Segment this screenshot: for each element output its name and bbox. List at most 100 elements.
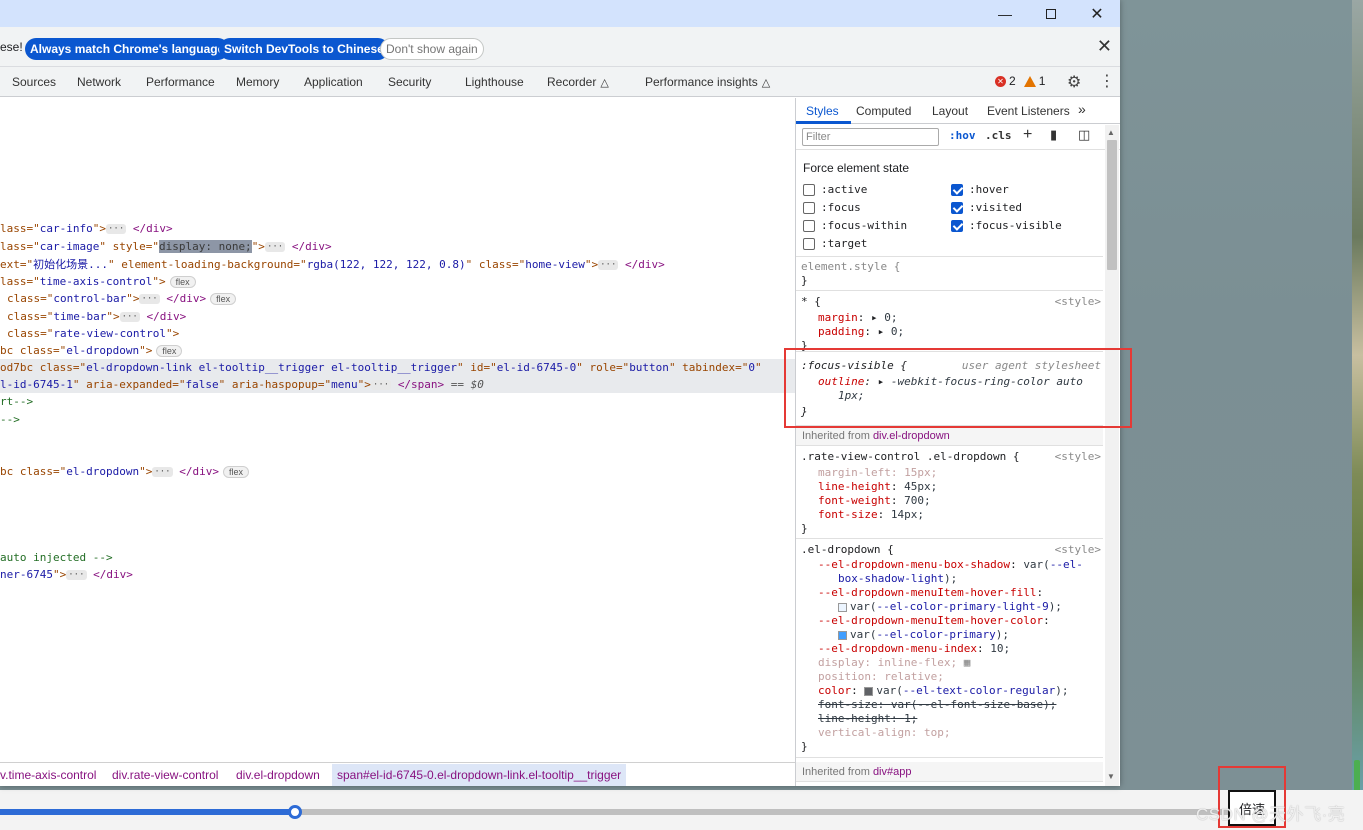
state-checkbox-focus-visible[interactable]: :focus-visible <box>951 219 1062 232</box>
minimize-icon[interactable]: — <box>982 0 1028 27</box>
ellipsis-icon: ··· <box>105 224 127 234</box>
styles-filter-input[interactable]: Filter <box>802 128 939 146</box>
hov-toggle[interactable]: :hov <box>949 129 976 142</box>
ellipsis-icon: ··· <box>264 242 286 252</box>
error-icon: ✕ <box>995 75 1006 87</box>
state-checkbox-active[interactable]: :active <box>803 183 867 196</box>
ellipsis-icon: ··· <box>598 260 619 270</box>
tab-performance-insights[interactable]: Performance insights △ <box>645 75 770 89</box>
warning-icon <box>1023 75 1036 87</box>
inherited-link[interactable]: div.el-dropdown <box>873 430 950 442</box>
breadcrumb-item[interactable]: div.el-dropdown <box>236 768 320 782</box>
maximize-icon[interactable] <box>1028 0 1074 27</box>
scroll-down-icon[interactable]: ▼ <box>1107 772 1115 781</box>
styles-tabbar: Styles Computed Layout Event Listeners » <box>796 98 1120 124</box>
paint-icon[interactable]: ▮ <box>1050 127 1057 143</box>
annotation-box-focus-visible <box>784 348 1132 428</box>
dom-node[interactable]: bc class="el-dropdown"> ··· </div> flex <box>0 463 249 480</box>
dom-node[interactable]: bc class="el-dropdown"> flex <box>0 342 183 359</box>
rule-el-dropdown: .el-dropdown { <style> --el-dropdown-men… <box>796 540 1103 758</box>
dom-comment[interactable]: auto injected --> <box>0 549 113 566</box>
breadcrumb-item[interactable]: v.time-axis-control <box>0 768 96 782</box>
dont-show-again-button[interactable]: Don't show again <box>380 38 484 60</box>
settings-gear-icon[interactable]: ⚙ <box>1067 72 1081 92</box>
rule-element-style: element.style { } <box>796 256 1103 291</box>
close-infobar-icon[interactable]: ✕ <box>1097 36 1112 57</box>
flex-editor-icon: ▦ <box>963 656 971 669</box>
ellipsis-icon: ··· <box>152 467 173 477</box>
dom-node[interactable]: ext="初始化场景..." element-loading-backgroun… <box>0 256 665 273</box>
force-state-title: Force element state <box>803 161 910 175</box>
dom-node[interactable]: lass="time-axis-control"> flex <box>0 273 196 290</box>
flex-badge: flex <box>210 293 237 305</box>
styles-pane: Styles Computed Layout Event Listeners »… <box>795 98 1120 786</box>
tab-performance[interactable]: Performance <box>146 75 215 89</box>
dom-node-selected[interactable]: l-id-6745-1" aria-expanded="false" aria-… <box>0 376 795 393</box>
new-rule-icon[interactable]: + <box>1023 126 1032 144</box>
tab-network[interactable]: Network <box>77 75 121 89</box>
state-checkbox-hover[interactable]: :hover <box>951 183 1009 196</box>
rule-rate-view-dropdown: .rate-view-control .el-dropdown { <style… <box>796 447 1103 539</box>
rule-universal: * { <style> margin: ▸ 0; padding: ▸ 0; } <box>796 292 1103 352</box>
color-swatch <box>864 686 874 696</box>
tab-memory[interactable]: Memory <box>236 75 279 89</box>
breadcrumb: v.time-axis-control div.rate-view-contro… <box>0 762 795 786</box>
close-window-icon[interactable]: ✕ <box>1074 0 1120 27</box>
tab-layout[interactable]: Layout <box>932 104 968 118</box>
inherited-header: Inherited from div.el-dropdown <box>796 426 1103 446</box>
dom-node[interactable]: lass="car-info"> ··· </div> <box>0 220 173 237</box>
flex-badge: flex <box>169 276 196 288</box>
ellipsis-icon: ··· <box>119 312 140 322</box>
dom-node[interactable]: ner-6745"> ··· </div> <box>0 566 133 583</box>
infobar-message: ese! <box>0 40 23 54</box>
dom-node[interactable]: class="control-bar"> ··· </div> flex <box>7 290 237 307</box>
time-progress-fill <box>0 809 295 815</box>
dom-node-selected[interactable]: od7bc class="el-dropdown-link el-tooltip… <box>0 359 795 376</box>
elements-tree: lass="car-info"> ··· </div> lass="car-ima… <box>0 98 795 762</box>
experiment-flask-icon: △ <box>600 77 609 89</box>
title-bar: — ✕ <box>0 0 1120 27</box>
state-checkbox-focus[interactable]: :focus <box>803 201 861 214</box>
tab-lighthouse[interactable]: Lighthouse <box>465 75 524 89</box>
breadcrumb-item-current[interactable]: span#el-id-6745-0.el-dropdown-link.el-to… <box>332 764 627 786</box>
experiment-flask-icon: △ <box>761 77 771 89</box>
styles-scrollbar-thumb[interactable] <box>1107 140 1117 270</box>
tab-sources[interactable]: Sources <box>12 75 56 89</box>
dom-comment[interactable]: rt--> <box>0 393 33 410</box>
tab-application[interactable]: Application <box>304 75 363 89</box>
tab-computed[interactable]: Computed <box>856 104 911 118</box>
cls-toggle[interactable]: .cls <box>985 129 1012 142</box>
flex-badge: flex <box>156 345 183 357</box>
styles-toolbar: Filter :hov .cls + ▮ ◫ <box>796 124 1120 150</box>
dom-comment[interactable]: --> <box>0 411 20 428</box>
ellipsis-icon: ··· <box>139 294 160 304</box>
color-swatch <box>838 602 847 612</box>
tab-recorder[interactable]: Recorder △ <box>547 75 609 89</box>
tab-event-listeners[interactable]: Event Listeners <box>987 104 1070 118</box>
switch-chinese-button[interactable]: Switch DevTools to Chinese <box>219 38 389 60</box>
tab-styles[interactable]: Styles <box>806 104 839 118</box>
scroll-up-icon[interactable]: ▲ <box>1107 128 1115 137</box>
inherited-link[interactable]: div#app <box>873 766 912 778</box>
sidebar-toggle-icon[interactable]: ◫ <box>1078 127 1090 143</box>
issues-counter[interactable]: ✕ 2 1 <box>995 74 1045 88</box>
inherited-header: Inherited from div#app <box>796 762 1103 782</box>
flex-badge: flex <box>222 466 249 478</box>
match-language-button[interactable]: Always match Chrome's language <box>25 38 230 60</box>
state-checkbox-visited[interactable]: :visited <box>951 201 1022 214</box>
devtools-tabbar: Sources Network Performance Memory Appli… <box>0 67 1120 97</box>
more-tabs-icon[interactable]: » <box>1078 101 1086 117</box>
state-checkbox-focus-within[interactable]: :focus-within <box>803 219 907 232</box>
page-image-strip <box>1352 0 1363 790</box>
time-progress-handle[interactable] <box>288 805 302 819</box>
tab-security[interactable]: Security <box>388 75 431 89</box>
breadcrumb-item[interactable]: div.rate-view-control <box>112 768 218 782</box>
more-menu-icon[interactable]: ⋮ <box>1099 71 1115 91</box>
page-background <box>1120 0 1363 790</box>
dom-node[interactable]: lass="car-image" style="display: none;">… <box>0 238 332 255</box>
state-checkbox-target[interactable]: :target <box>803 237 867 250</box>
dom-node[interactable]: class="time-bar"> ··· </div> <box>7 308 186 325</box>
watermark: CSDN @天外飞·亮 <box>1196 805 1346 824</box>
dom-node[interactable]: class="rate-view-control"> <box>7 325 179 342</box>
color-swatch <box>838 630 847 640</box>
